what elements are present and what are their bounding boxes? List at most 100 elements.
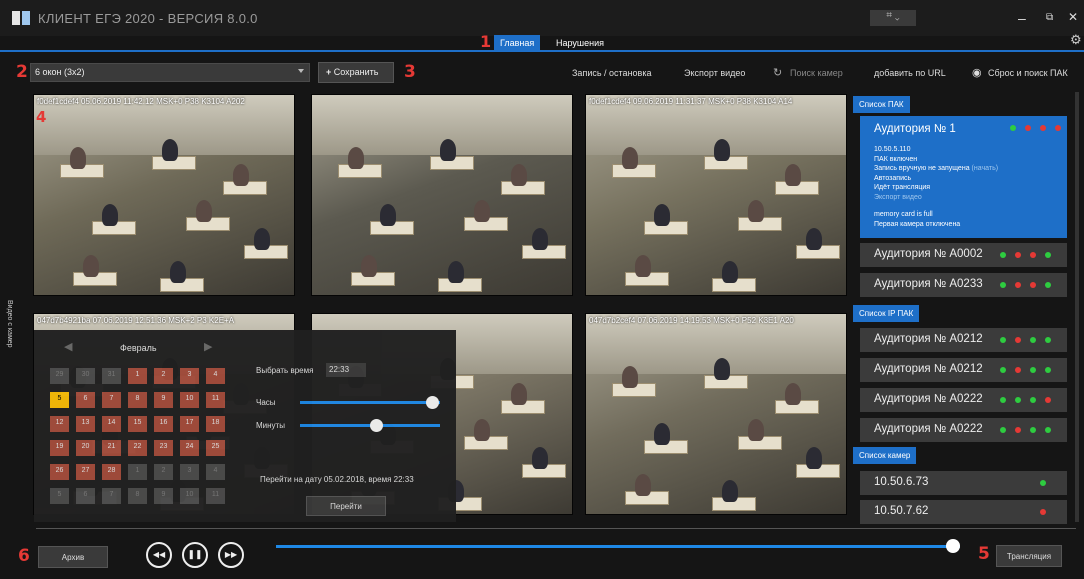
calendar-day[interactable]: 1	[128, 464, 147, 480]
calendar-day[interactable]: 30	[76, 368, 95, 384]
camera-list-item[interactable]: 10.50.7.62	[860, 500, 1067, 524]
calendar-day[interactable]: 8	[128, 392, 147, 408]
ip-pak-list-item[interactable]: Аудитория № А0212	[860, 328, 1067, 352]
calendar-day[interactable]: 8	[128, 488, 147, 504]
calendar-day[interactable]: 3	[180, 368, 199, 384]
selected-pak-card[interactable]: Аудитория № 1 10.50.5.110 ПАК включен Запи…	[860, 116, 1067, 238]
calendar-day[interactable]: 20	[76, 440, 95, 456]
status-dot	[1030, 427, 1036, 433]
calendar-day[interactable]: 14	[102, 416, 121, 432]
chevron-down-icon	[298, 69, 304, 73]
calendar-day[interactable]: 5	[50, 392, 69, 408]
calendar-day[interactable]: 28	[102, 464, 121, 480]
calendar-day[interactable]: 6	[76, 392, 95, 408]
sidebar-scrollbar[interactable]	[1075, 92, 1079, 522]
calendar-day[interactable]: 17	[180, 416, 199, 432]
export-video-button[interactable]: Экспорт видео	[684, 68, 745, 78]
calendar-day[interactable]: 9	[154, 392, 173, 408]
hours-slider[interactable]	[300, 401, 440, 404]
search-cameras-button[interactable]: Поиск камер	[790, 68, 843, 78]
archive-button[interactable]: Архив	[38, 546, 108, 568]
calendar-day[interactable]: 13	[76, 416, 95, 432]
playback-progress-knob[interactable]	[946, 539, 961, 553]
status-dot	[1015, 337, 1021, 343]
window-menu-icon[interactable]: ⌗ ⌄	[870, 10, 916, 26]
video-feed[interactable]: f0def1cdef4 05.06.2019 11:42:12 MSK+0 P3…	[33, 94, 295, 296]
settings-gear-icon[interactable]: ⚙	[1070, 32, 1082, 48]
goto-button[interactable]: Перейти	[306, 496, 386, 516]
broadcast-button[interactable]: Трансляция	[996, 545, 1062, 567]
pak-detail-line: ПАК включен	[874, 155, 918, 163]
calendar-day[interactable]: 12	[50, 416, 69, 432]
calendar-day[interactable]: 7	[102, 488, 121, 504]
student	[622, 366, 639, 389]
next-month-button[interactable]: ▶	[204, 340, 212, 353]
status-dot	[1045, 252, 1051, 258]
minimize-button[interactable]: –	[1018, 10, 1026, 26]
marker-3: 3	[404, 62, 416, 82]
video-feed[interactable]: 047d7b2cef4 07.06.2019 14:19:53 MSK+0 P5…	[585, 313, 847, 515]
tab-violations[interactable]: Нарушения	[550, 35, 610, 51]
status-dot	[1040, 125, 1046, 131]
calendar-day[interactable]: 7	[102, 392, 121, 408]
calendar-day[interactable]: 4	[206, 368, 225, 384]
calendar-day[interactable]: 1	[128, 368, 147, 384]
close-button[interactable]: ✕	[1068, 10, 1078, 24]
record-stop-button[interactable]: Запись / остановка	[572, 68, 651, 78]
calendar-day[interactable]: 5	[50, 488, 69, 504]
calendar-day[interactable]: 15	[128, 416, 147, 432]
reset-search-button[interactable]: Сброс и поиск ПАК	[988, 68, 1068, 78]
rewind-button[interactable]: ◀◀	[146, 542, 172, 568]
calendar-day[interactable]: 22	[128, 440, 147, 456]
calendar-day[interactable]: 11	[206, 488, 225, 504]
save-button[interactable]: + Сохранить	[318, 62, 394, 83]
calendar-day[interactable]: 23	[154, 440, 173, 456]
playback-progress-bar[interactable]	[276, 545, 960, 548]
pak-list-item[interactable]: Аудитория № А0233	[860, 273, 1067, 297]
calendar-day[interactable]: 2	[154, 464, 173, 480]
hours-slider-knob[interactable]	[426, 396, 439, 409]
ip-pak-list-item[interactable]: Аудитория № А0222	[860, 388, 1067, 412]
video-timestamp: f0def1cdef4 09.06.2019 11:31:37 MSK+0 P3…	[589, 97, 793, 106]
tab-main[interactable]: Главная	[494, 35, 541, 51]
calendar-day[interactable]: 27	[76, 464, 95, 480]
minutes-slider-knob[interactable]	[370, 419, 383, 432]
calendar-day[interactable]: 11	[206, 392, 225, 408]
calendar-day[interactable]: 10	[180, 392, 199, 408]
pak-list-item[interactable]: Аудитория № А0002	[860, 243, 1067, 267]
status-dot	[1030, 397, 1036, 403]
layout-select[interactable]: 6 окон (3x2)	[30, 63, 310, 82]
restore-button[interactable]: ⧉	[1046, 12, 1053, 23]
calendar-day[interactable]: 26	[50, 464, 69, 480]
calendar-day[interactable]: 3	[180, 464, 199, 480]
prev-month-button[interactable]: ◀	[64, 340, 72, 353]
calendar-day[interactable]: 24	[180, 440, 199, 456]
calendar-day[interactable]: 6	[76, 488, 95, 504]
calendar-day[interactable]: 10	[180, 488, 199, 504]
app-title: КЛИЕНТ ЕГЭ 2020 - ВЕРСИЯ 8.0.0	[38, 11, 258, 26]
video-feed[interactable]: f0def1cdef4 09.06.2019 11:31:37 MSK+0 P3…	[585, 94, 847, 296]
calendar-day[interactable]: 18	[206, 416, 225, 432]
add-by-url-button[interactable]: добавить по URL	[874, 68, 946, 78]
calendar-day[interactable]: 19	[50, 440, 69, 456]
ip-pak-list-item[interactable]: Аудитория № А0222	[860, 418, 1067, 442]
forward-button[interactable]: ▶▶	[218, 542, 244, 568]
pause-button[interactable]: ❚❚	[182, 542, 208, 568]
video-feed[interactable]	[311, 94, 573, 296]
calendar-day[interactable]: 16	[154, 416, 173, 432]
start-link[interactable]: (начать)	[970, 165, 999, 172]
header-divider	[0, 50, 1084, 52]
camera-list-item[interactable]: 10.50.6.73	[860, 471, 1067, 495]
calendar-day[interactable]: 29	[50, 368, 69, 384]
time-input[interactable]: 22:33	[326, 363, 366, 377]
calendar-day[interactable]: 31	[102, 368, 121, 384]
student	[161, 139, 178, 162]
student	[70, 147, 87, 170]
calendar-day[interactable]: 21	[102, 440, 121, 456]
calendar-day[interactable]: 2	[154, 368, 173, 384]
ip-pak-list-item[interactable]: Аудитория № А0212	[860, 358, 1067, 382]
calendar-day[interactable]: 4	[206, 464, 225, 480]
marker-5: 5	[978, 544, 990, 564]
calendar-day[interactable]: 25	[206, 440, 225, 456]
calendar-day[interactable]: 9	[154, 488, 173, 504]
